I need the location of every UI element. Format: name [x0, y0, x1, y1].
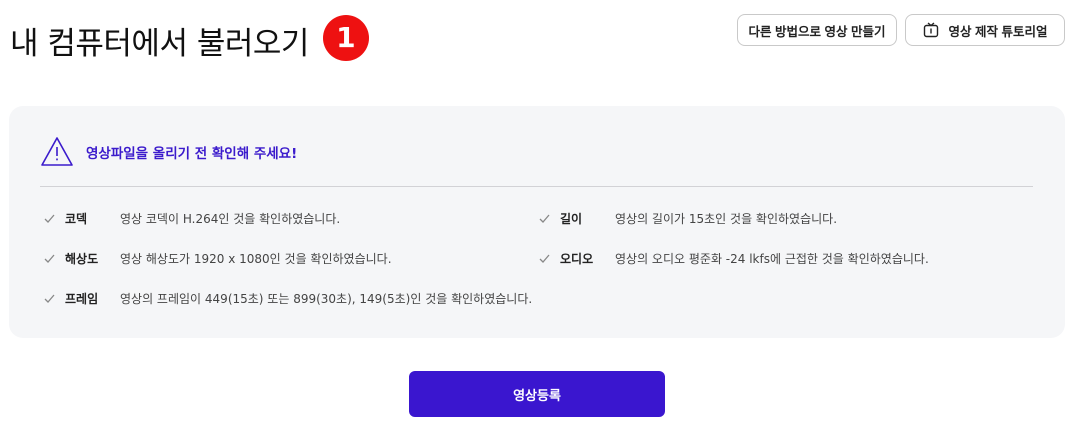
check-item-length: 길이 영상의 길이가 15초인 것을 확인하였습니다.	[539, 210, 837, 227]
check-item-text: 영상 해상도가 1920 x 1080인 것을 확인하였습니다.	[120, 252, 392, 266]
check-item-label: 길이	[560, 212, 583, 226]
tutorial-button[interactable]: 영상 제작 튜토리얼	[905, 14, 1065, 46]
check-item-frame: 프레임 영상의 프레임이 449(15초) 또는 899(30초), 149(5…	[44, 290, 532, 307]
divider	[40, 186, 1033, 187]
check-icon	[44, 254, 55, 263]
notice-text: 영상파일을 올리기 전 확인해 주세요!	[86, 145, 298, 162]
check-item-text: 영상의 프레임이 449(15초) 또는 899(30초), 149(5초)인 …	[120, 292, 533, 306]
tutorial-button-label: 영상 제작 튜토리얼	[948, 24, 1048, 39]
check-icon	[44, 294, 55, 303]
check-item-label: 오디오	[560, 252, 594, 266]
check-icon	[44, 214, 55, 223]
check-item-text: 영상의 오디오 평준화 -24 lkfs에 근접한 것을 확인하였습니다.	[615, 252, 929, 266]
check-icon	[539, 214, 550, 223]
page-title: 내 컴퓨터에서 불러오기	[10, 26, 309, 62]
register-video-button[interactable]: 영상등록	[409, 371, 665, 417]
pre-upload-checklist-panel: 영상파일을 올리기 전 확인해 주세요! 코덱 영상 코덱이 H.264인 것을…	[9, 106, 1065, 338]
check-item-audio: 오디오 영상의 오디오 평준화 -24 lkfs에 근접한 것을 확인하였습니다…	[539, 250, 929, 267]
other-methods-button[interactable]: 다른 방법으로 영상 만들기	[737, 14, 897, 46]
check-item-label: 프레임	[65, 292, 99, 306]
step-badge: 1	[322, 14, 369, 61]
check-item-label: 코덱	[65, 212, 88, 226]
check-item-label: 해상도	[65, 252, 99, 266]
page-header: 내 컴퓨터에서 불러오기 1	[10, 14, 369, 63]
check-item-codec: 코덱 영상 코덱이 H.264인 것을 확인하였습니다.	[44, 210, 340, 227]
tv-icon	[923, 22, 938, 38]
warning-triangle-icon	[41, 137, 73, 166]
check-item-text: 영상의 길이가 15초인 것을 확인하였습니다.	[615, 212, 838, 226]
notice: 영상파일을 올리기 전 확인해 주세요!	[40, 136, 297, 167]
check-item-text: 영상 코덱이 H.264인 것을 확인하였습니다.	[120, 212, 341, 226]
check-icon	[539, 254, 550, 263]
check-item-resolution: 해상도 영상 해상도가 1920 x 1080인 것을 확인하였습니다.	[44, 250, 392, 267]
